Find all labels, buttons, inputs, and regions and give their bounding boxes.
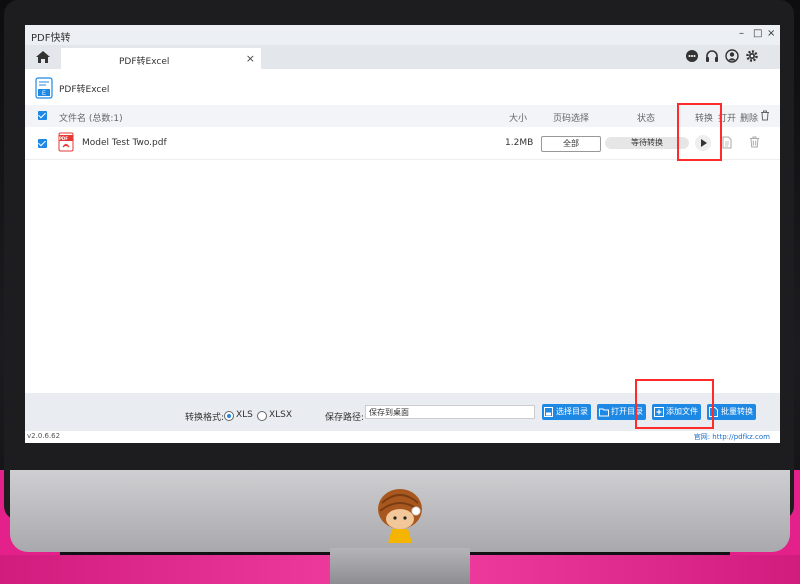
mascot-sticker	[378, 489, 422, 543]
folder-icon	[599, 408, 609, 417]
file-type-label: PDF	[59, 136, 68, 141]
version-text: v2.0.6.62	[27, 432, 61, 440]
save-path-input[interactable]: 保存到桌面	[365, 405, 535, 419]
user-icon[interactable]	[725, 49, 739, 63]
row-checkbox[interactable]	[38, 139, 47, 148]
highlight-add-file	[635, 379, 714, 429]
table-row[interactable]: PDF Model Test Two.pdf 1.2MB 全部 等待转换	[25, 127, 780, 160]
format-label: 转换格式:	[185, 413, 225, 423]
choose-dir-label: 选择目录	[556, 407, 588, 416]
trash-all-icon[interactable]	[760, 110, 770, 121]
col-size: 大小	[509, 114, 528, 124]
monitor-stand	[330, 548, 470, 584]
home-icon[interactable]	[35, 49, 51, 65]
save-path-label: 保存路径:	[325, 413, 365, 423]
radio-xlsx-label[interactable]: XLSX	[269, 410, 292, 420]
tab-close-icon[interactable]: ×	[246, 52, 255, 65]
batch-convert-button[interactable]: 批量转换	[707, 404, 756, 420]
radio-xls[interactable]	[224, 411, 234, 421]
open-file-icon[interactable]	[722, 136, 732, 149]
minimize-button[interactable]: –	[739, 28, 744, 39]
gear-icon[interactable]	[745, 49, 759, 63]
pdf-file-icon	[58, 132, 74, 152]
delete-icon[interactable]	[749, 136, 760, 148]
close-button[interactable]: ×	[767, 28, 775, 39]
page-title: PDF转Excel	[59, 85, 110, 95]
file-size: 1.2MB	[505, 138, 534, 148]
website-link[interactable]: 官网: http://pdfkz.com	[694, 432, 770, 442]
svg-text:E: E	[42, 91, 46, 97]
save-icon	[544, 407, 553, 417]
col-page-select: 页码选择	[553, 114, 590, 124]
select-all-checkbox[interactable]	[38, 111, 47, 120]
choose-dir-button[interactable]: 选择目录	[542, 404, 591, 420]
headset-icon[interactable]	[705, 49, 719, 63]
col-filename: 文件名 (总数:1)	[59, 114, 123, 124]
file-name: Model Test Two.pdf	[82, 138, 167, 148]
batch-convert-label: 批量转换	[721, 407, 753, 416]
tab-bar: PDF转Excel ×	[25, 45, 780, 69]
status-bar: v2.0.6.62 官网: http://pdfkz.com	[25, 431, 780, 443]
col-status: 状态	[637, 114, 656, 124]
excel-file-icon: E	[35, 77, 53, 99]
col-delete: 删除	[740, 114, 759, 124]
tab-label: PDF转Excel	[119, 57, 170, 67]
highlight-convert-column	[677, 103, 722, 161]
app-window: PDF快转 – □ × PDF转Excel × E PDF转Excel 文件名 …	[25, 25, 780, 443]
radio-xlsx[interactable]	[257, 411, 267, 421]
app-title: PDF快转	[31, 33, 71, 44]
page-select-button[interactable]: 全部	[541, 136, 601, 152]
chat-icon[interactable]	[685, 49, 699, 63]
maximize-button[interactable]: □	[753, 28, 762, 39]
title-bar: PDF快转 – □ ×	[25, 25, 780, 45]
file-table-header: 文件名 (总数:1) 大小 页码选择 状态 转换 打开 删除	[25, 105, 780, 127]
radio-xls-label[interactable]: XLS	[236, 410, 253, 420]
tab-pdf-to-excel[interactable]: PDF转Excel ×	[61, 48, 261, 69]
